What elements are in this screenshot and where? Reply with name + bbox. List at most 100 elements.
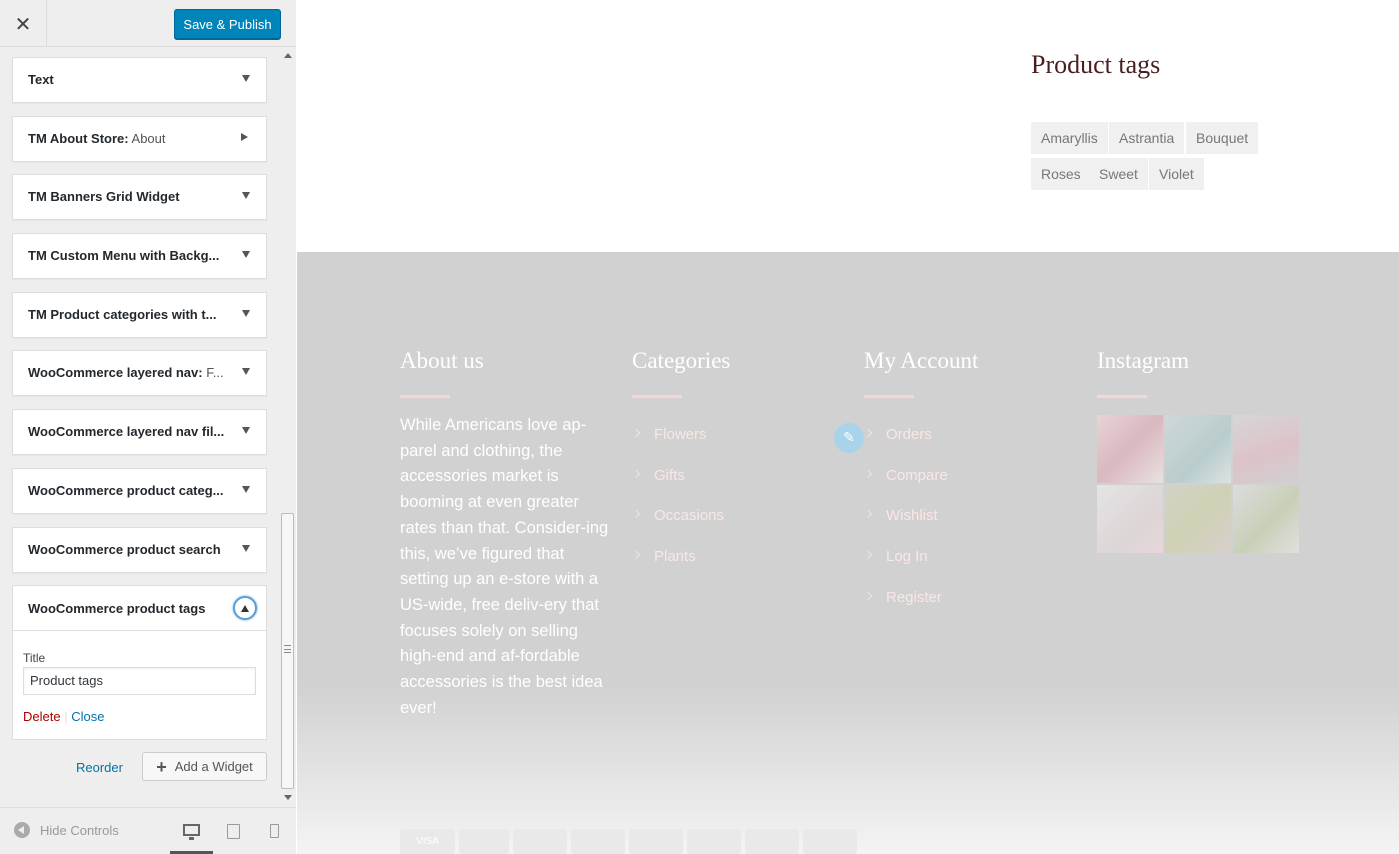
about-title: About us [400, 348, 484, 373]
tag-link[interactable]: Sweet [1089, 158, 1148, 190]
tag-link[interactable]: Violet [1149, 158, 1204, 190]
title-underline [400, 395, 450, 398]
widget-title: WooCommerce product categ... [28, 483, 224, 498]
title-input[interactable]: Product tags [23, 667, 256, 695]
widget-subtitle: F... [202, 365, 224, 380]
chevron-down-icon[interactable] [242, 192, 250, 199]
tablet-icon[interactable] [227, 824, 240, 839]
instagram-photo[interactable] [1097, 485, 1163, 553]
add-widget-label: Add a Widget [174, 759, 253, 774]
account-link[interactable]: Compare [863, 467, 948, 484]
chevron-right-icon [863, 550, 873, 560]
payment-badge [459, 829, 509, 854]
close-link[interactable]: Close [71, 709, 104, 724]
category-link[interactable]: Occasions [631, 507, 724, 524]
about-text: While Americans love ap-parel and clothi… [400, 416, 609, 717]
instagram-photo[interactable] [1233, 485, 1299, 553]
chevron-down-icon[interactable] [242, 251, 250, 258]
payment-badge [629, 829, 683, 854]
chevron-down-icon[interactable] [242, 427, 250, 434]
categories-title: Categories [632, 348, 731, 373]
payment-badge [803, 829, 857, 854]
widget-title: WooCommerce layered nav fil... [28, 424, 225, 439]
scrollbar-thumb[interactable] [281, 513, 294, 789]
payment-badge [687, 829, 741, 854]
add-widget-button[interactable]: + Add a Widget [142, 752, 267, 781]
category-link[interactable]: Flowers [631, 426, 707, 443]
close-icon[interactable]: ✕ [0, 0, 47, 47]
arrow-left-circle-icon [14, 822, 30, 838]
plus-icon: + [156, 756, 167, 777]
chevron-right-icon [631, 428, 641, 438]
desktop-icon[interactable] [183, 824, 200, 840]
widget-title: TM About Store: [28, 131, 129, 146]
sidebar-scrollbar[interactable] [279, 47, 296, 807]
chevron-right-icon[interactable] [241, 133, 248, 141]
tag-link[interactable]: Bouquet [1186, 122, 1259, 154]
instagram-photo[interactable] [1165, 415, 1231, 483]
widget-header[interactable]: WooCommerce product tags [13, 586, 266, 631]
title-underline [632, 395, 682, 398]
widget-woo-product-tags: WooCommerce product tags Title Product t… [12, 585, 267, 740]
title-underline [1097, 395, 1147, 398]
delete-link[interactable]: Delete [23, 709, 61, 724]
reorder-link[interactable]: Reorder [76, 760, 123, 775]
product-tags-section: Product tags Amaryllis Astrantia Bouquet… [297, 0, 1399, 252]
chevron-right-icon [863, 428, 873, 438]
grip-icon [284, 645, 291, 653]
title-field-label: Title [23, 651, 46, 665]
account-link[interactable]: Log In [863, 548, 928, 565]
actions-separator: | [60, 709, 72, 724]
chevron-down-icon[interactable] [242, 486, 250, 493]
chevron-right-icon [631, 469, 641, 479]
instagram-photo[interactable] [1097, 415, 1163, 483]
chevron-down-icon[interactable] [242, 545, 250, 552]
chevron-down-icon[interactable] [242, 368, 250, 375]
widget-tm-about-store[interactable]: TM About Store: About [12, 116, 267, 162]
widget-woo-product-categories[interactable]: WooCommerce product categ... [12, 468, 267, 514]
widget-title: WooCommerce product tags [28, 601, 206, 616]
account-link[interactable]: Wishlist [863, 507, 938, 524]
chevron-down-icon[interactable] [242, 310, 250, 317]
mobile-icon[interactable] [270, 824, 279, 838]
widget-title: TM Banners Grid Widget [28, 189, 180, 204]
widget-title: TM Custom Menu with Backg... [28, 248, 220, 263]
category-link[interactable]: Gifts [631, 467, 685, 484]
customizer-footer: Hide Controls [0, 807, 296, 854]
instagram-photo[interactable] [1165, 485, 1231, 553]
powered-by-text: Powered by WordPress theme 2017 and Comm… [400, 807, 829, 822]
chevron-right-icon [863, 469, 873, 479]
instagram-title: Instagram [1097, 348, 1189, 373]
widget-woo-layered-nav[interactable]: WooCommerce layered nav: F... [12, 350, 267, 396]
tag-link[interactable]: Astrantia [1109, 122, 1185, 154]
tag-link[interactable]: Roses [1031, 158, 1091, 190]
widget-woo-layered-nav-filters[interactable]: WooCommerce layered nav fil... [12, 409, 267, 455]
widget-title: WooCommerce product search [28, 542, 221, 557]
widget-text[interactable]: Text [12, 57, 267, 103]
customizer-sidebar: ✕ Save & Publish Text TM About Store: Ab… [0, 0, 296, 854]
widget-tm-product-categories[interactable]: TM Product categories with t... [12, 292, 267, 338]
chevron-down-icon[interactable] [242, 75, 250, 82]
widget-tm-custom-menu[interactable]: TM Custom Menu with Backg... [12, 233, 267, 279]
hide-controls-button[interactable]: Hide Controls [14, 822, 119, 838]
payment-badge [513, 829, 567, 854]
scroll-up-icon[interactable] [284, 53, 292, 58]
category-link[interactable]: Plants [631, 548, 696, 565]
widget-tm-banners-grid[interactable]: TM Banners Grid Widget [12, 174, 267, 220]
title-underline [864, 395, 914, 398]
widget-title: WooCommerce layered nav: [28, 365, 203, 380]
chevron-right-icon [631, 550, 641, 560]
pencil-icon[interactable]: ✎ [834, 423, 864, 453]
widget-woo-product-search[interactable]: WooCommerce product search [12, 527, 267, 573]
site-preview: Product tags Amaryllis Astrantia Bouquet… [297, 0, 1399, 854]
scroll-down-icon[interactable] [284, 795, 292, 800]
account-link[interactable]: Register [863, 589, 942, 606]
widget-actions: Delete | Close [23, 709, 104, 724]
save-publish-button[interactable]: Save & Publish [174, 9, 281, 39]
widget-title: TM Product categories with t... [28, 307, 217, 322]
widget-subtitle: About [128, 131, 166, 146]
tag-link[interactable]: Amaryllis [1031, 122, 1108, 154]
instagram-photo[interactable] [1233, 415, 1299, 483]
chevron-up-icon[interactable] [233, 596, 257, 620]
account-link[interactable]: Orders [863, 426, 932, 443]
